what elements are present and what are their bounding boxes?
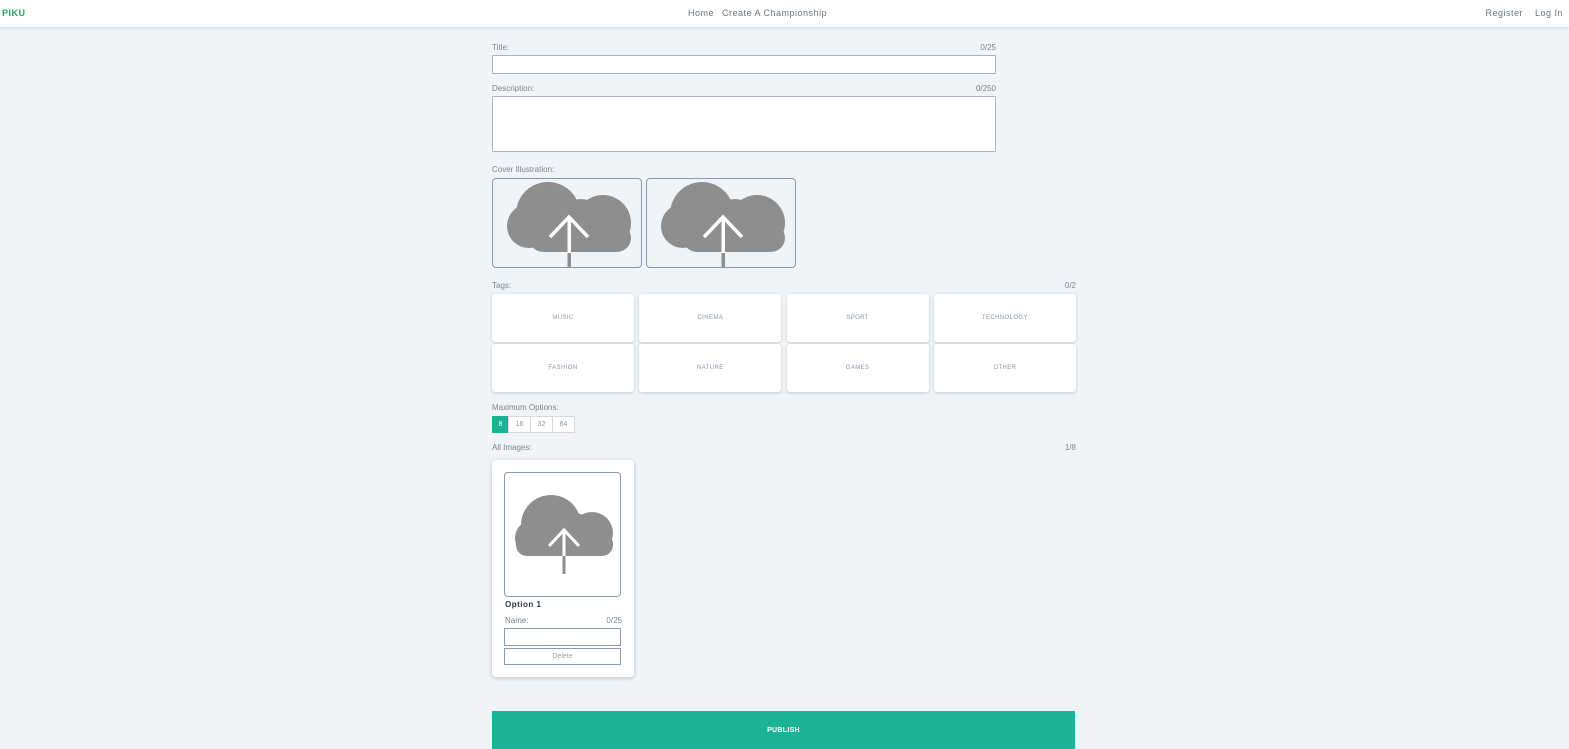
title-counter: 0/25 xyxy=(980,43,996,52)
option-name-label: Name: xyxy=(505,616,529,625)
tag-nature[interactable]: NATURE xyxy=(639,344,782,392)
max-option-32[interactable]: 32 xyxy=(530,416,553,433)
cloud-upload-icon xyxy=(507,182,631,267)
max-option-8[interactable]: 8 xyxy=(492,416,509,433)
description-counter: 0/250 xyxy=(975,84,996,93)
title-input[interactable] xyxy=(492,55,996,74)
option-delete-button[interactable]: Delete xyxy=(504,648,621,665)
title-label: Title: xyxy=(492,43,510,52)
option-name-input[interactable] xyxy=(504,628,621,646)
tags-counter: 0/2 xyxy=(1064,281,1076,290)
description-textarea[interactable] xyxy=(492,96,996,152)
tag-games[interactable]: GAMES xyxy=(786,344,929,392)
option-name-counter: 0/25 xyxy=(606,616,622,625)
nav-register-link[interactable]: Register xyxy=(1485,8,1523,18)
option-title: Option 1 xyxy=(505,600,542,609)
nav-create-championship-link[interactable]: Create A Championship xyxy=(722,8,827,18)
brand-logo[interactable]: PIKU xyxy=(2,8,26,18)
all-images-label: All Images: xyxy=(492,443,532,452)
cover-upload-1[interactable] xyxy=(492,178,642,268)
description-label: Description: xyxy=(492,84,535,93)
cover-illustration-label: Cover Illustration: xyxy=(492,165,555,174)
cloud-upload-icon xyxy=(661,182,785,267)
tag-fashion[interactable]: FASHION xyxy=(492,344,634,392)
image-option-card: Option 1 Name: 0/25 Delete xyxy=(492,460,634,677)
all-images-counter: 1/8 xyxy=(1064,443,1076,452)
tag-technology[interactable]: TECHNOLOGY xyxy=(933,294,1076,342)
tags-grid: MUSIC CINEMA SPORT TECHNOLOGY FASHION NA… xyxy=(492,294,1076,392)
publish-button[interactable]: PUBLISH xyxy=(492,711,1075,749)
nav-center-links: Home Create A Championship xyxy=(688,8,827,18)
tag-other[interactable]: OTHER xyxy=(933,344,1076,392)
top-navbar: PIKU Home Create A Championship Register… xyxy=(0,0,1569,27)
cover-upload-2[interactable] xyxy=(646,178,796,268)
nav-login-link[interactable]: Log In xyxy=(1535,8,1563,18)
max-options-selector: 8 16 32 64 xyxy=(492,416,575,433)
option-image-upload[interactable] xyxy=(504,472,621,597)
tags-label: Tags: xyxy=(492,281,512,290)
tag-cinema[interactable]: CINEMA xyxy=(639,294,782,342)
max-option-16[interactable]: 16 xyxy=(508,416,531,433)
max-options-label: Maximum Options: xyxy=(492,403,559,412)
max-option-64[interactable]: 64 xyxy=(552,416,575,433)
cloud-upload-icon xyxy=(515,495,613,574)
tag-music[interactable]: MUSIC xyxy=(492,294,634,342)
tag-sport[interactable]: SPORT xyxy=(786,294,929,342)
nav-home-link[interactable]: Home xyxy=(688,8,714,18)
nav-auth-links: Register Log In xyxy=(1485,8,1563,18)
